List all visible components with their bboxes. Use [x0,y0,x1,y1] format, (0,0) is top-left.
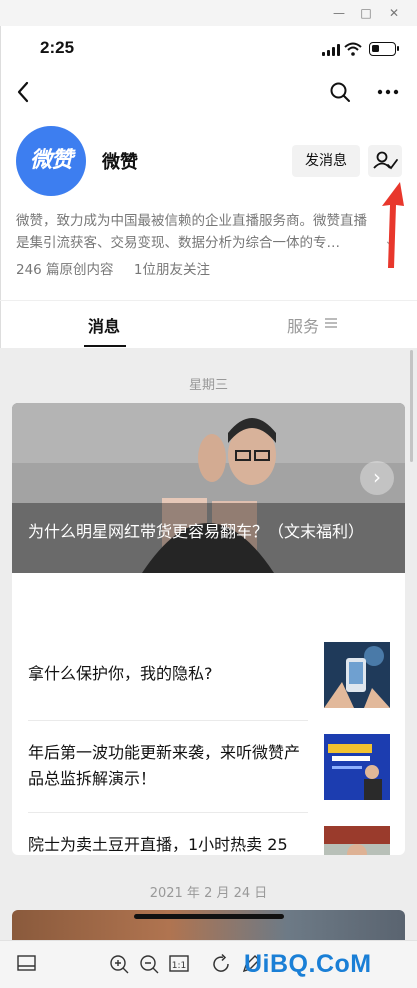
close-icon[interactable]: ✕ [385,4,403,22]
article-row[interactable]: 年后第一波功能更新来袭，来听微赞产品总监拆解演示！ [28,721,390,813]
date-label: 星期三 [188,378,228,393]
article-row[interactable]: 院士为卖土豆开直播，1小时热卖 25 吨！ [28,813,390,855]
account-name: 微赞 [102,152,138,173]
status-time: 2:25 [40,38,75,57]
minimize-icon[interactable]: — [330,4,348,22]
article-thumbnail [324,642,390,708]
send-message-button[interactable]: 发消息 [292,145,360,177]
tab-indicator [84,345,126,347]
viewer-toolbar: 1:1 UiBQ.CoM [0,940,417,988]
article-row[interactable]: 拿什么保护你，我的隐私? [28,629,390,721]
tab-services[interactable]: 服务 [287,313,319,337]
menu-lines-icon [325,318,337,328]
tab-messages[interactable]: 消息 [88,313,120,337]
rotate-icon[interactable] [210,953,232,975]
hero-title: 为什么明星网红带货更容易翻车？（文末福利） [28,522,365,541]
article-title: 拿什么保护你，我的隐私? [28,664,213,683]
watermark-text: UiBQ.CoM [244,950,372,978]
account-stats: 246 篇原创内容 1位朋友关注 [16,258,226,278]
actual-size-icon[interactable]: 1:1 [168,953,190,975]
message-feed[interactable]: 星期三 › 为什么明星网红带货更容易翻车？（文末福利） 拿什么保护你，我的隐私? [0,348,417,940]
original-count[interactable]: 246 篇原创内容 [16,262,114,278]
article-title: 年后第一波功能更新来袭，来听微赞产品总监拆解演示！ [28,743,301,788]
more-icon[interactable] [374,80,402,104]
home-indicator[interactable] [134,914,284,919]
zoom-in-icon[interactable] [108,953,130,975]
sidebar-toggle-icon[interactable] [16,953,38,975]
search-icon[interactable] [328,80,352,104]
follow-settings-button[interactable] [368,145,402,177]
battery-level [372,45,379,52]
account-header: 微赞 微赞 发消息 微赞，致力成为中国最被信赖的企业直播服务商。微赞直播是集引流… [0,120,417,300]
nav-bar [0,72,417,112]
article-title: 院士为卖土豆开直播，1小时热卖 25 吨！ [28,835,288,854]
window-titlebar: — □ ✕ [0,0,417,26]
zoom-out-icon[interactable] [138,953,160,975]
annotation-arrow [382,182,404,268]
status-bar: 2:25 [0,26,417,72]
feed-scrollbar[interactable] [410,350,413,462]
date-label: 2021 年 2 月 24 日 [149,886,268,901]
account-description: 微赞，致力成为中国最被信赖的企业直播服务商。微赞直播是集引流获客、交易变现、数据… [16,213,367,251]
article-card: › 为什么明星网红带货更容易翻车？（文末福利） 拿什么保护你，我的隐私? 年后第… [12,403,405,855]
back-icon[interactable] [12,78,38,106]
tab-bar: 消息 服务 [0,300,417,348]
svg-text:1:1: 1:1 [172,961,186,971]
maximize-icon[interactable]: □ [357,4,375,22]
follow-settings-icon [373,151,398,170]
hero-image [12,403,405,573]
wifi-icon [344,42,362,56]
article-thumbnail [324,826,390,855]
signal-icon [322,44,340,56]
chevron-right-icon[interactable]: › [360,461,394,495]
hero-article[interactable]: › 为什么明星网红带货更容易翻车？（文末福利） [12,403,405,573]
friends-following[interactable]: 1位朋友关注 [134,262,210,278]
account-logo[interactable]: 微赞 [16,126,86,196]
battery-icon [369,42,399,56]
article-thumbnail [324,734,390,800]
